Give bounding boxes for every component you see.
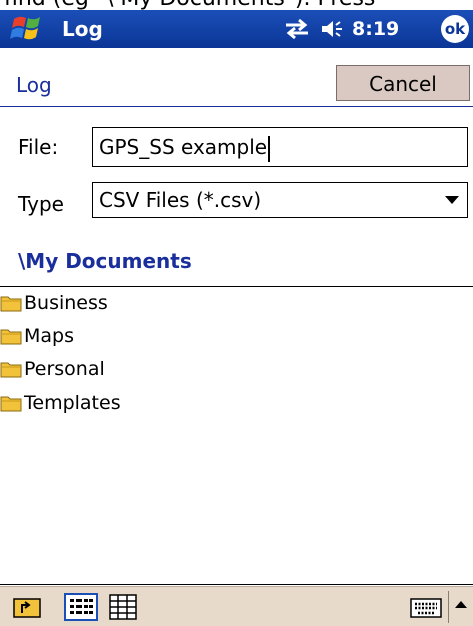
list-item-label: Business [24,292,108,314]
page-title: Log [16,73,52,97]
list-item-label: Maps [24,325,74,347]
toolbar-divider [448,591,449,623]
list-view-icon[interactable] [64,593,98,621]
folder-icon [0,362,22,378]
clock[interactable]: 8:19 [352,16,399,42]
top-caption: find (eg "\ My Documents"). Press [0,0,473,10]
keyboard-icon[interactable] [410,593,442,621]
detail-view-icon[interactable] [108,593,138,621]
file-name-value: GPS_SS example [99,135,268,159]
cancel-button[interactable]: Cancel [336,65,470,101]
chevron-down-icon[interactable] [445,196,459,204]
bottom-toolbar [0,586,473,626]
text-caret [268,135,271,162]
list-item-label: Templates [24,392,121,414]
file-type-select[interactable]: CSV Files (*.csv) [92,182,468,218]
folder-icon [0,396,22,412]
file-type-value: CSV Files (*.csv) [99,188,262,212]
header-divider [0,106,473,107]
folder-icon [0,329,22,345]
up-folder-icon[interactable] [12,593,42,621]
chevron-up-icon[interactable] [455,601,467,608]
folder-path[interactable]: \My Documents [18,248,192,274]
file-label: File: [18,135,59,159]
windows-flag-icon[interactable] [8,13,56,45]
list-item-label: Personal [24,358,105,380]
speaker-icon[interactable] [320,18,346,40]
title-bar: Log 8:19 ok [0,10,473,48]
ok-button[interactable]: ok [441,15,469,43]
type-label: Type [18,192,64,216]
file-name-input[interactable]: GPS_SS example [92,127,468,167]
folder-icon [0,296,22,312]
top-caption-text: find (eg "\ My Documents"). Press [4,0,375,10]
folder-list[interactable]: Business Maps Personal Templates [0,286,473,585]
connectivity-arrows-icon[interactable] [282,18,312,40]
app-title: Log [62,17,103,41]
